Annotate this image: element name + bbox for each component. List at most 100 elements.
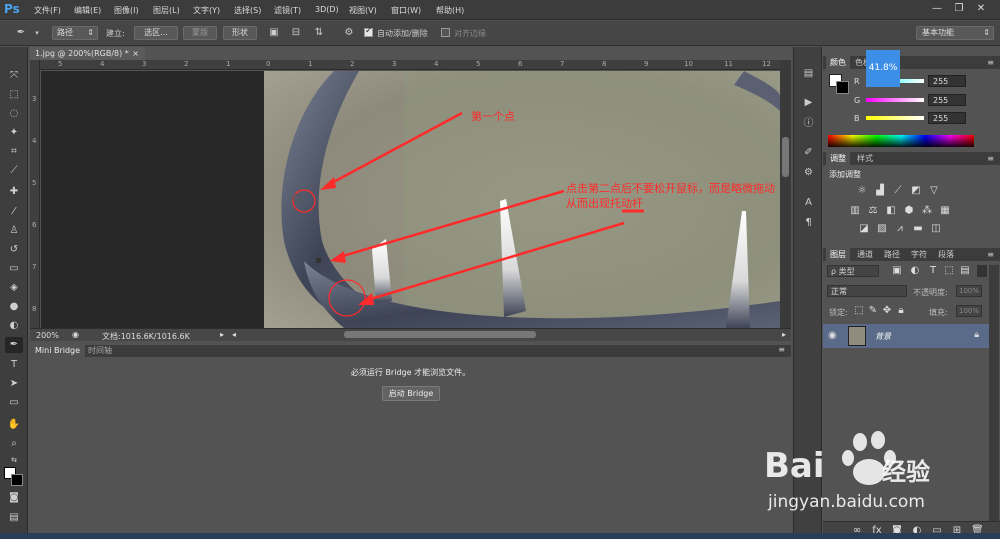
status-menu-arrow-icon[interactable]: ▸ — [220, 330, 224, 339]
black-white-icon[interactable]: ◧ — [885, 205, 897, 217]
quick-mask-icon[interactable]: ◙ — [5, 490, 23, 506]
tab-styles[interactable]: 样式 — [853, 152, 877, 165]
tab-adjustments[interactable]: 调整 — [826, 152, 850, 165]
filter-shape-icon[interactable]: ⬚ — [943, 265, 955, 277]
filter-toggle[interactable] — [977, 265, 987, 277]
auto-add-delete-checkbox[interactable] — [364, 26, 373, 37]
make-mask-button[interactable]: 蒙版 — [183, 26, 217, 40]
fill-input[interactable]: 100% — [956, 305, 982, 317]
menu-help[interactable]: 帮助(H) — [436, 5, 464, 16]
menu-image[interactable]: 图像(I) — [114, 5, 139, 16]
vertical-scroll-thumb[interactable] — [782, 137, 789, 177]
exposure-icon[interactable]: ◩ — [910, 185, 922, 197]
path-selection-tool-icon[interactable]: ➤ — [5, 376, 23, 392]
layer-filter-select[interactable]: ρ 类型 — [827, 265, 879, 277]
scroll-right-arrow-icon[interactable]: ▸ — [782, 330, 786, 339]
launch-bridge-button[interactable]: 启动 Bridge — [382, 386, 440, 401]
crop-tool-icon[interactable]: ⌗ — [5, 144, 23, 160]
lock-transparent-icon[interactable]: ⬚ — [853, 305, 865, 317]
brightness-contrast-icon[interactable]: ☼ — [856, 185, 868, 197]
channel-mixer-icon[interactable]: ⁂ — [921, 205, 933, 217]
color-lookup-icon[interactable]: ▦ — [939, 205, 951, 217]
paragraph-panel-icon[interactable]: ¶ — [802, 216, 815, 229]
menu-layer[interactable]: 图层(L) — [153, 5, 180, 16]
shape-tool-icon[interactable]: ▭ — [5, 395, 23, 411]
background-color-swatch[interactable] — [11, 474, 23, 486]
swap-colors-icon[interactable]: ⇆ — [5, 452, 23, 468]
tab-mini-bridge[interactable]: Mini Bridge — [30, 345, 86, 357]
actions-panel-icon[interactable]: ▶ — [802, 96, 815, 109]
tab-paths[interactable]: 路径 — [880, 248, 904, 261]
menu-window[interactable]: 窗口(W) — [391, 5, 421, 16]
blue-value-input[interactable]: 255 — [928, 112, 966, 124]
posterize-icon[interactable]: ▨ — [876, 223, 888, 235]
invert-icon[interactable]: ◪ — [858, 223, 870, 235]
align-edges-checkbox[interactable] — [441, 28, 450, 37]
tab-color[interactable]: 颜色 — [826, 56, 850, 69]
history-panel-icon[interactable]: ▤ — [802, 67, 815, 80]
type-tool-icon[interactable]: T — [5, 357, 23, 373]
dodge-tool-icon[interactable]: ◐ — [5, 318, 23, 334]
menu-type[interactable]: 文字(Y) — [193, 5, 220, 16]
magic-wand-tool-icon[interactable]: ✦ — [5, 125, 23, 141]
red-value-input[interactable]: 255 — [928, 75, 966, 87]
selective-color-icon[interactable]: ◫ — [930, 223, 942, 235]
photo-filter-icon[interactable]: ⬢ — [903, 205, 915, 217]
history-brush-tool-icon[interactable]: ↺ — [5, 242, 23, 258]
character-panel-icon[interactable]: A — [802, 196, 815, 209]
menu-filter[interactable]: 滤镜(T) — [274, 5, 301, 16]
tab-layers[interactable]: 图层 — [826, 248, 850, 261]
menu-3d[interactable]: 3D(D) — [315, 5, 339, 14]
brush-tool-icon[interactable]: ⁄ — [5, 204, 23, 220]
blend-mode-select[interactable]: 正常 — [827, 285, 907, 297]
path-alignment-icon[interactable]: ⊟ — [289, 26, 303, 40]
green-slider[interactable] — [866, 98, 924, 102]
antler-photo[interactable]: 第一个点 点击第二点后不要松开鼠标，而是略微拖动 从而出现托动杆 — [264, 71, 780, 328]
menu-edit[interactable]: 编辑(E) — [74, 5, 101, 16]
status-info-icon[interactable]: ◉ — [72, 330, 79, 339]
tab-paragraph[interactable]: 段落 — [934, 248, 958, 261]
scroll-left-arrow-icon[interactable]: ◂ — [232, 330, 236, 339]
visibility-eye-icon[interactable]: ◉ — [828, 330, 837, 341]
panel-menu-icon[interactable]: ≡ — [983, 248, 998, 261]
workspace-select[interactable]: 基本功能 ⇕ — [916, 26, 994, 40]
minimize-button[interactable]: — — [928, 2, 946, 16]
vertical-scrollbar[interactable] — [780, 60, 791, 328]
background-color-swatch[interactable] — [836, 81, 849, 94]
color-balance-icon[interactable]: ⚖ — [867, 205, 879, 217]
filter-adjustment-icon[interactable]: ◐ — [909, 265, 921, 277]
blue-slider[interactable] — [866, 116, 924, 120]
zoom-level[interactable]: 200% — [36, 331, 59, 340]
pen-mode-select[interactable]: 路径 ⇕ — [52, 26, 98, 40]
eraser-tool-icon[interactable]: ▭ — [5, 261, 23, 277]
zoom-tool-icon[interactable]: ⌕ — [5, 436, 23, 452]
restore-button[interactable]: ❐ — [950, 2, 968, 16]
healing-brush-tool-icon[interactable]: ✚ — [5, 184, 23, 200]
close-button[interactable]: ✕ — [972, 2, 990, 16]
tab-channels[interactable]: 通道 — [853, 248, 877, 261]
hue-saturation-icon[interactable]: ▥ — [849, 205, 861, 217]
layer-row-background[interactable]: ◉ 背景 🔒︎ — [823, 324, 989, 348]
green-value-input[interactable]: 255 — [928, 94, 966, 106]
clone-stamp-tool-icon[interactable]: ♙ — [5, 223, 23, 239]
levels-icon[interactable]: ▟ — [874, 185, 886, 197]
menu-file[interactable]: 文件(F) — [34, 5, 61, 16]
marquee-tool-icon[interactable]: ⬚ — [5, 87, 23, 103]
filter-type-icon[interactable]: T — [927, 265, 939, 277]
curves-icon[interactable]: ⟋ — [892, 185, 904, 197]
menu-select[interactable]: 选择(S) — [234, 5, 261, 16]
gear-icon[interactable]: ⚙ — [342, 26, 356, 40]
document-tab[interactable]: 1.jpg @ 200%(RGB/8) * × — [30, 47, 145, 60]
screen-mode-icon[interactable]: ▤ — [5, 510, 23, 526]
make-selection-button[interactable]: 选区... — [134, 26, 178, 40]
properties-panel-icon[interactable]: ⚙ — [802, 166, 815, 179]
pen-tool-icon[interactable]: ✒ — [14, 26, 28, 40]
gradient-tool-icon[interactable]: ◈ — [5, 280, 23, 296]
document-close-icon[interactable]: × — [132, 47, 139, 60]
lock-image-icon[interactable]: ✎ — [867, 305, 879, 317]
eyedropper-tool-icon[interactable]: ⟋ — [5, 163, 23, 179]
path-arrangement-icon[interactable]: ⇅ — [312, 26, 326, 40]
blur-tool-icon[interactable]: ● — [5, 299, 23, 315]
panel-menu-icon[interactable]: ≡ — [983, 56, 998, 69]
tab-timeline[interactable]: 时间轴 — [88, 345, 112, 357]
